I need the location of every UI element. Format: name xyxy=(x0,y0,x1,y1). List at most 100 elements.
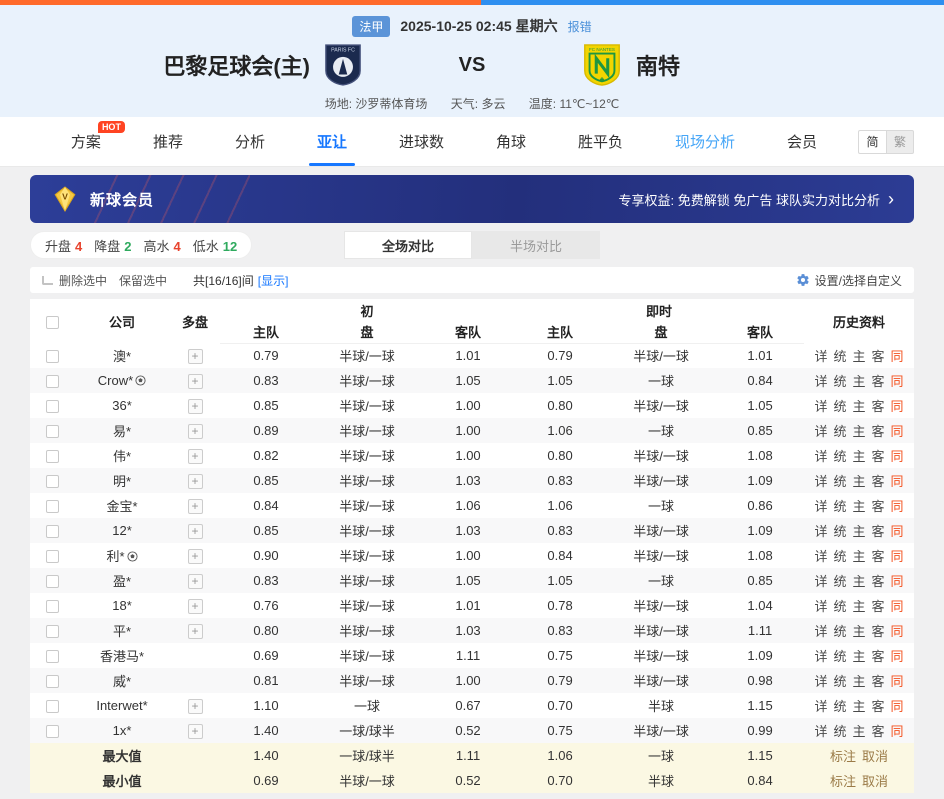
history-stats-link[interactable]: 统 xyxy=(834,474,847,489)
history-home-link[interactable]: 主 xyxy=(853,624,866,639)
row-checkbox[interactable] xyxy=(46,725,59,738)
company-name[interactable]: 易* xyxy=(113,424,131,439)
company-name[interactable]: Crow* xyxy=(98,373,133,388)
history-home-link[interactable]: 主 xyxy=(853,549,866,564)
company-name[interactable]: 金宝* xyxy=(106,499,137,514)
company-name[interactable]: 明* xyxy=(113,474,131,489)
row-checkbox[interactable] xyxy=(46,525,59,538)
history-same-link[interactable]: 同 xyxy=(891,574,904,589)
lang-traditional-button[interactable]: 繁 xyxy=(886,130,914,154)
history-stats-link[interactable]: 统 xyxy=(834,549,847,564)
history-home-link[interactable]: 主 xyxy=(853,574,866,589)
multi-odds-expand-button[interactable]: + xyxy=(188,424,203,439)
history-same-link[interactable]: 同 xyxy=(891,349,904,364)
history-detail-link[interactable]: 详 xyxy=(814,474,827,489)
history-stats-link[interactable]: 统 xyxy=(834,699,847,714)
row-checkbox[interactable] xyxy=(46,650,59,663)
history-away-link[interactable]: 客 xyxy=(872,424,885,439)
history-detail-link[interactable]: 详 xyxy=(814,524,827,539)
history-detail-link[interactable]: 详 xyxy=(814,374,827,389)
history-home-link[interactable]: 主 xyxy=(853,349,866,364)
multi-odds-expand-button[interactable]: + xyxy=(188,624,203,639)
keep-selected-button[interactable]: 保留选中 xyxy=(119,272,167,289)
history-home-link[interactable]: 主 xyxy=(853,399,866,414)
history-home-link[interactable]: 主 xyxy=(853,424,866,439)
history-detail-link[interactable]: 详 xyxy=(814,399,827,414)
row-checkbox[interactable] xyxy=(46,450,59,463)
history-away-link[interactable]: 客 xyxy=(872,649,885,664)
history-home-link[interactable]: 主 xyxy=(853,524,866,539)
history-home-link[interactable]: 主 xyxy=(853,474,866,489)
cancel-link[interactable]: 取消 xyxy=(862,749,888,764)
multi-odds-expand-button[interactable]: + xyxy=(188,499,203,514)
history-detail-link[interactable]: 详 xyxy=(814,424,827,439)
history-away-link[interactable]: 客 xyxy=(872,349,885,364)
history-stats-link[interactable]: 统 xyxy=(834,399,847,414)
tab-plans[interactable]: 方案 HOT xyxy=(71,117,101,166)
history-same-link[interactable]: 同 xyxy=(891,674,904,689)
history-away-link[interactable]: 客 xyxy=(872,474,885,489)
row-checkbox[interactable] xyxy=(46,425,59,438)
history-home-link[interactable]: 主 xyxy=(853,649,866,664)
row-checkbox[interactable] xyxy=(46,350,59,363)
history-stats-link[interactable]: 统 xyxy=(834,499,847,514)
tab-recommend[interactable]: 推荐 xyxy=(153,117,183,166)
history-detail-link[interactable]: 详 xyxy=(814,624,827,639)
history-home-link[interactable]: 主 xyxy=(853,699,866,714)
mark-link[interactable]: 标注 xyxy=(830,774,856,789)
tab-live-analysis[interactable]: 现场分析 xyxy=(675,117,735,166)
history-home-link[interactable]: 主 xyxy=(853,724,866,739)
show-link[interactable]: [显示] xyxy=(258,272,289,289)
row-checkbox[interactable] xyxy=(46,625,59,638)
history-detail-link[interactable]: 详 xyxy=(814,549,827,564)
row-checkbox[interactable] xyxy=(46,700,59,713)
history-home-link[interactable]: 主 xyxy=(853,374,866,389)
history-away-link[interactable]: 客 xyxy=(872,674,885,689)
delete-selected-button[interactable]: 删除选中 xyxy=(59,272,107,289)
report-error-link[interactable]: 报错 xyxy=(568,18,592,35)
company-name[interactable]: 18* xyxy=(112,598,132,613)
vip-member-banner[interactable]: V 新球会员 专享权益: 免费解锁 免广告 球队实力对比分析 › xyxy=(30,175,914,223)
history-away-link[interactable]: 客 xyxy=(872,449,885,464)
history-home-link[interactable]: 主 xyxy=(853,499,866,514)
history-away-link[interactable]: 客 xyxy=(872,574,885,589)
history-away-link[interactable]: 客 xyxy=(872,624,885,639)
company-name[interactable]: 平* xyxy=(113,624,131,639)
history-same-link[interactable]: 同 xyxy=(891,549,904,564)
history-away-link[interactable]: 客 xyxy=(872,699,885,714)
history-home-link[interactable]: 主 xyxy=(853,674,866,689)
multi-odds-expand-button[interactable]: + xyxy=(188,399,203,414)
history-same-link[interactable]: 同 xyxy=(891,724,904,739)
multi-odds-expand-button[interactable]: + xyxy=(188,599,203,614)
company-name[interactable]: Interwet* xyxy=(96,698,147,713)
history-away-link[interactable]: 客 xyxy=(872,499,885,514)
history-detail-link[interactable]: 详 xyxy=(814,649,827,664)
history-detail-link[interactable]: 详 xyxy=(814,574,827,589)
company-name[interactable]: 36* xyxy=(112,398,132,413)
company-name[interactable]: 澳* xyxy=(113,349,131,364)
multi-odds-expand-button[interactable]: + xyxy=(188,449,203,464)
history-detail-link[interactable]: 详 xyxy=(814,699,827,714)
history-away-link[interactable]: 客 xyxy=(872,399,885,414)
history-detail-link[interactable]: 详 xyxy=(814,674,827,689)
history-detail-link[interactable]: 详 xyxy=(814,499,827,514)
history-stats-link[interactable]: 统 xyxy=(834,574,847,589)
company-name[interactable]: 12* xyxy=(112,523,132,538)
history-same-link[interactable]: 同 xyxy=(891,624,904,639)
tab-full-match-compare[interactable]: 全场对比 xyxy=(344,231,472,259)
history-same-link[interactable]: 同 xyxy=(891,374,904,389)
history-same-link[interactable]: 同 xyxy=(891,499,904,514)
company-name[interactable]: 威* xyxy=(113,674,131,689)
history-same-link[interactable]: 同 xyxy=(891,424,904,439)
multi-odds-expand-button[interactable]: + xyxy=(188,549,203,564)
tab-membership[interactable]: 会员 xyxy=(787,117,817,166)
tab-asian-handicap[interactable]: 亚让 xyxy=(317,117,347,166)
multi-odds-expand-button[interactable]: + xyxy=(188,724,203,739)
multi-odds-expand-button[interactable]: + xyxy=(188,699,203,714)
history-stats-link[interactable]: 统 xyxy=(834,599,847,614)
history-stats-link[interactable]: 统 xyxy=(834,424,847,439)
history-stats-link[interactable]: 统 xyxy=(834,374,847,389)
history-away-link[interactable]: 客 xyxy=(872,374,885,389)
history-away-link[interactable]: 客 xyxy=(872,724,885,739)
settings-customize-button[interactable]: 设置/选择自定义 xyxy=(796,272,902,289)
